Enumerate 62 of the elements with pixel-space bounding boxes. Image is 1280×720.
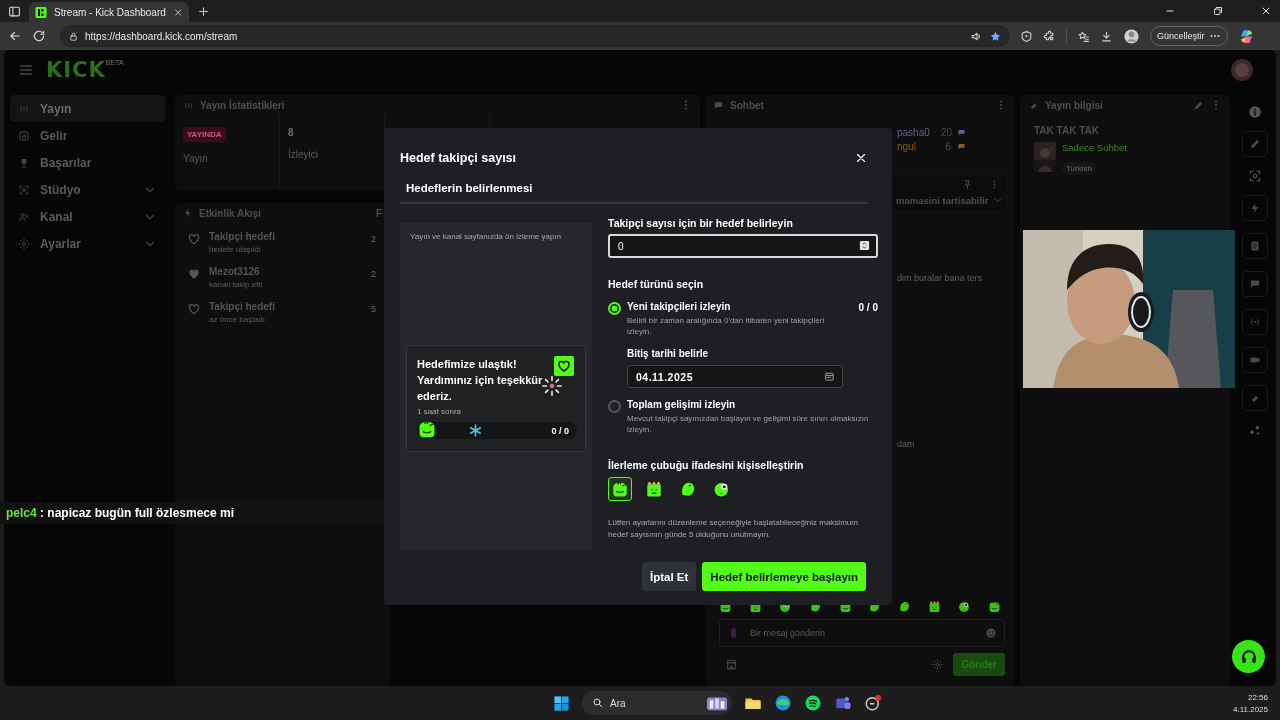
update-button[interactable]: Güncelleştir [1157, 31, 1205, 41]
leader-count: 6 [944, 141, 951, 152]
browser-tab[interactable]: Stream - Kick Dashboard [29, 2, 189, 22]
search-field[interactable]: Ara [582, 691, 732, 715]
field-label: Hedef türünü seçin [608, 278, 705, 290]
panel-title: Yayın İstatistikleri [200, 99, 285, 111]
message-field[interactable]: Bir mesaj gönderin [719, 619, 1005, 647]
field-label: İlerleme çubuğu ifadesini kişiselleştirin [608, 459, 805, 471]
stat-value: 8 [288, 127, 294, 138]
clock-time[interactable]: 22:56 [1247, 692, 1268, 702]
progress-count: 0 / 0 [551, 426, 569, 436]
option-description: Belirli bir zaman aralığında 0'dan itibaren yeni takipçileri izleyin. [627, 315, 826, 337]
event-title: Takipçi hedefi [209, 231, 275, 242]
sidebar-item[interactable]: Başarılar [10, 149, 165, 176]
stream-title: TAK TAK TAK [1034, 125, 1100, 136]
note-text: Lütfen ayarlarını düzenleme seçeneğiyle başlatabileceğiniz maksimum hedef sayısının günde 5 olduğunu unutmayın. [608, 517, 859, 541]
goal-time: 1 saat sonra [417, 407, 463, 416]
stat-label: İzleyici [288, 149, 318, 160]
option-title: Yeni takipçileri izleyin [627, 301, 732, 312]
option-description: Mevcut takipçi sayınızdan başlayın ve gelişimi süre sınırı olmaksızın izleyin. [627, 413, 870, 435]
username[interactable]: pasha0 [897, 127, 935, 138]
event-subtitle: kanalı takip etti [209, 280, 263, 289]
clock-date[interactable]: 4.11.2025 [1233, 704, 1268, 714]
field-label: Takipçi sayısı için bir hedef belirleyin [608, 217, 794, 229]
event-title: Mezot3126 [209, 266, 261, 277]
tag[interactable]: Turkish [1062, 162, 1096, 175]
dialog-title: Hedef takipçi sayısı [400, 151, 517, 165]
goal-message: Hedefimize ulaştık! Yardımınız için teşekkür ederiz. [417, 357, 544, 404]
chat-message: dam [897, 439, 916, 449]
event-time: 2 [371, 234, 376, 244]
event-subtitle: az önce başladı [209, 315, 267, 324]
goal-field[interactable]: 0 [608, 234, 878, 258]
stat-label: Yayın [183, 153, 208, 164]
panel-title: Yayın bilgisi [1045, 99, 1103, 111]
sidebar-item[interactable]: Kanal [10, 203, 165, 230]
message-text: mamasini tartisabilir [896, 194, 989, 206]
sidebar-item[interactable]: Ayarlar [10, 230, 165, 257]
option-title: Toplam gelişimi izleyin [627, 399, 737, 410]
panel-title: Sohbet [730, 99, 764, 111]
start-button[interactable]: Hedef belirlemeye başlayın [702, 562, 866, 591]
panel-title: Etkinlik Akışı [199, 207, 261, 219]
event-title: Takipçi hedefi [209, 301, 275, 312]
chat-message: pelc4 : napicaz bugün full özlesmece mi [6, 506, 235, 520]
sidebar-item[interactable]: Stüdyo [10, 176, 165, 203]
cancel-button[interactable]: İptal Et [642, 562, 697, 591]
chat-message: dim buralar bana ters [897, 273, 984, 283]
section-title: Hedeflerin belirlenmesi [406, 182, 533, 194]
event-subtitle: hedefe ulaşıldı [209, 245, 263, 254]
column-header: F [375, 207, 382, 219]
category-link[interactable]: Sadece Sohbet [1062, 142, 1127, 153]
date-field[interactable]: 04.11.2025 [627, 365, 843, 388]
preview-caption: Yayın ve kanal sayfanızda ön izleme yapın [410, 232, 563, 241]
sidebar-item[interactable]: Gelir [10, 122, 165, 149]
kick-logo[interactable]: KICK [46, 58, 106, 82]
event-time: 5 [371, 304, 376, 314]
username[interactable]: ngul [897, 141, 935, 152]
progress-count: 0 / 0 [858, 302, 878, 313]
live-badge: YAYINDA [183, 127, 226, 142]
field-label: Bitiş tarihi belirle [627, 348, 710, 359]
sidebar-item[interactable]: Yayın [10, 95, 165, 122]
event-time: 2 [371, 269, 376, 279]
address-field[interactable]: https://dashboard.kick.com/stream [60, 25, 1010, 47]
